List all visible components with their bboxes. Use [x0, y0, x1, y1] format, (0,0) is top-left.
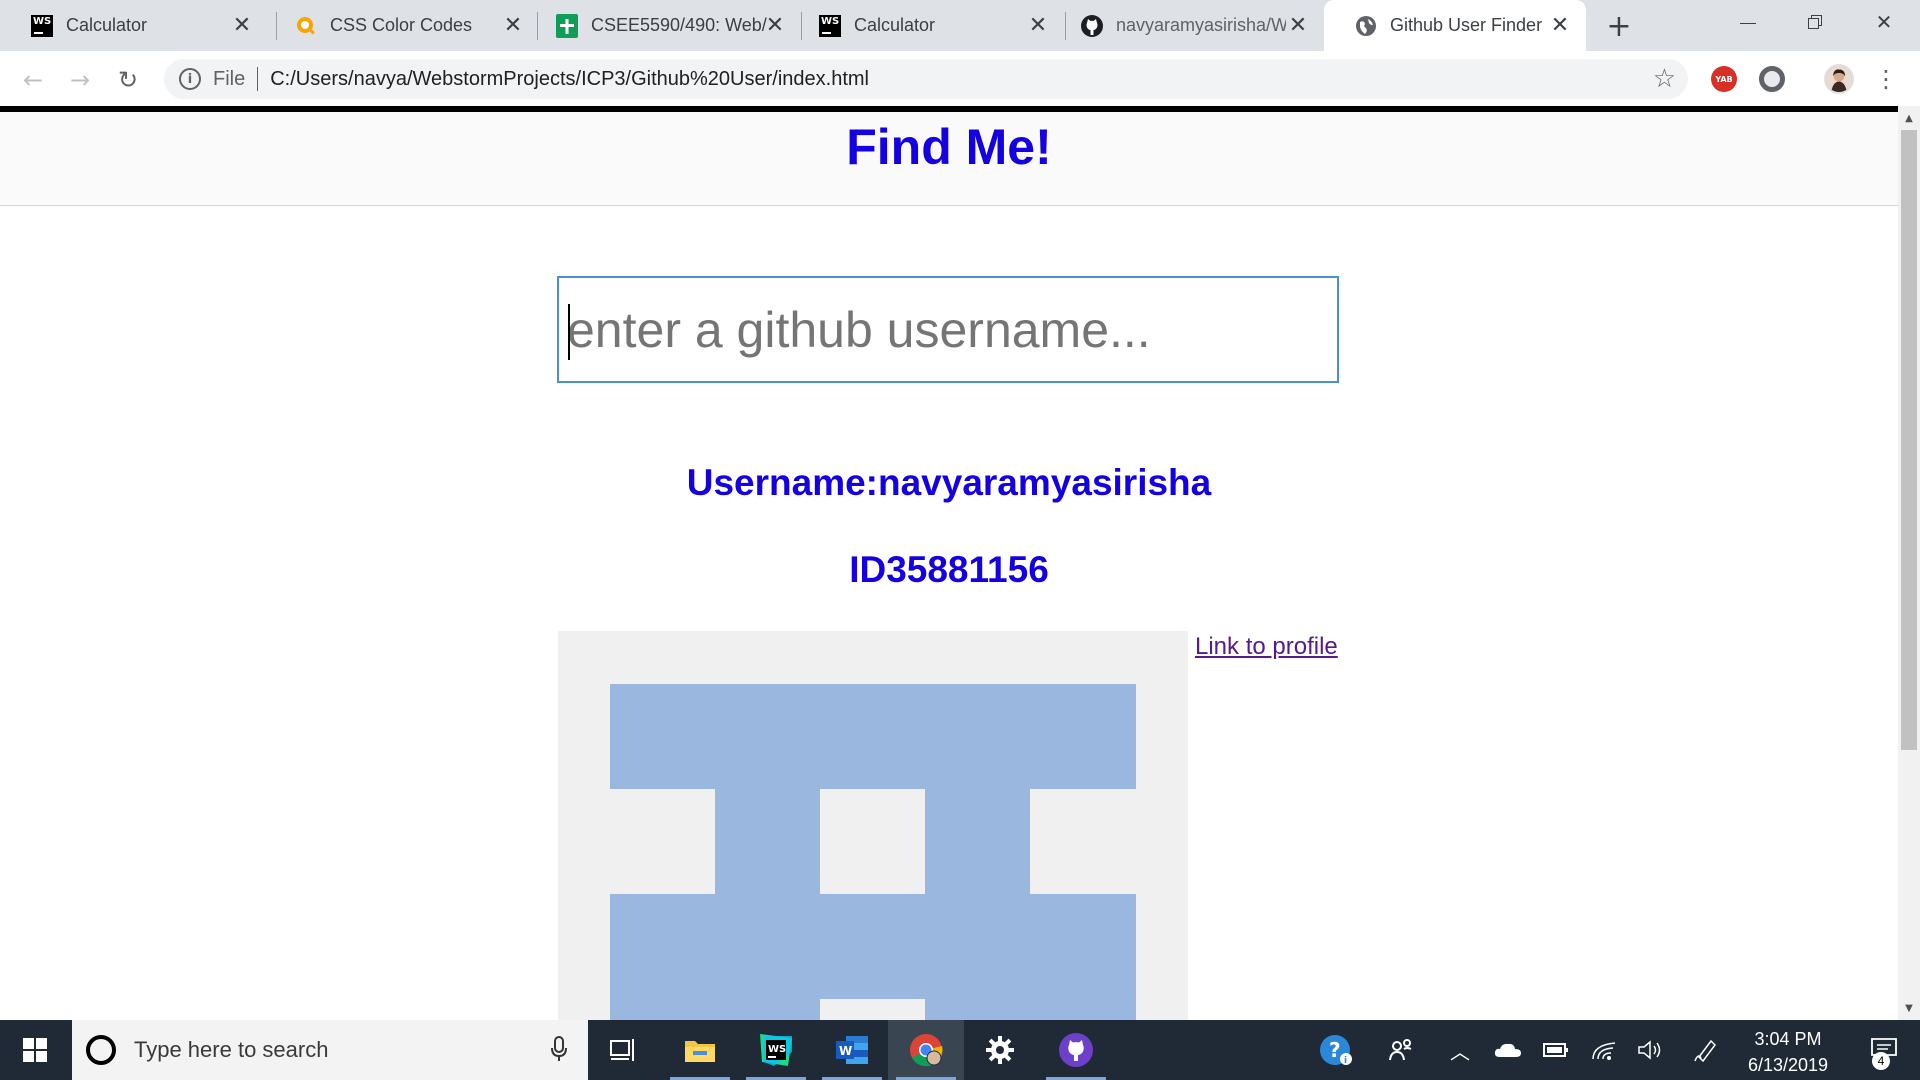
tab-github-repo[interactable]: navyaramyasirisha/W ✕	[1050, 0, 1324, 51]
address-scheme: File	[213, 67, 246, 90]
close-icon[interactable]: ✕	[763, 12, 787, 38]
svg-text:i: i	[1344, 1056, 1347, 1066]
cortana-icon	[86, 1035, 116, 1065]
tab-calculator-1[interactable]: WS Calculator ✕	[0, 0, 268, 51]
word-icon[interactable]: W	[814, 1020, 890, 1080]
scroll-down-arrow-icon[interactable]: ▼	[1898, 998, 1920, 1018]
pen-workspace-icon[interactable]	[1686, 1020, 1726, 1080]
volume-icon[interactable]	[1630, 1020, 1670, 1080]
identicon-block	[715, 789, 820, 894]
new-tab-button[interactable]: +	[1602, 9, 1636, 44]
user-avatar-identicon	[558, 631, 1188, 1020]
svg-text:WS: WS	[768, 1044, 786, 1055]
onedrive-icon[interactable]	[1488, 1020, 1528, 1080]
username-label: Username:navyaramyasirisha	[686, 462, 1212, 503]
tab-calculator-2[interactable]: WS Calculator ✕	[788, 0, 1064, 51]
taskbar-search-box[interactable]: Type here to search	[72, 1020, 588, 1080]
profile-avatar[interactable]	[1824, 64, 1854, 94]
tab-title: Calculator	[854, 15, 936, 35]
magnifier-color-icon	[294, 14, 318, 38]
tab-title: navyaramyasirisha/W	[1116, 15, 1286, 35]
file-explorer-icon[interactable]	[662, 1020, 738, 1080]
webstorm-icon: WS	[30, 14, 54, 38]
webstorm-taskbar-icon[interactable]: WS	[738, 1020, 814, 1080]
notification-count-badge: 4	[1872, 1052, 1890, 1070]
identicon-block	[925, 999, 1136, 1020]
page-title: Find Me!	[846, 119, 1052, 175]
reload-button[interactable]: ↻	[111, 63, 145, 97]
tab-strip: WS Calculator ✕ CSS Color Codes ✕ CSEE55…	[0, 0, 1920, 51]
forward-button[interactable]: →	[63, 63, 97, 97]
clock-date: 6/13/2019	[1747, 1055, 1829, 1075]
address-bar[interactable]: i File C:/Users/navya/WebstormProjects/I…	[164, 59, 1688, 99]
info-icon[interactable]: i	[179, 68, 201, 90]
extension-yab-label: YAB	[1715, 74, 1733, 84]
wifi-icon[interactable]	[1584, 1020, 1624, 1080]
screen: WS Calculator ✕ CSS Color Codes ✕ CSEE55…	[0, 0, 1920, 1080]
page-viewport: Find Me! Username:navyaramyasirisha ID35…	[0, 106, 1898, 1020]
extension-yab-icon[interactable]: YAB	[1711, 66, 1737, 92]
text-caret	[568, 304, 570, 360]
tab-title: CSEE5590/490: Web/	[591, 15, 767, 35]
windows-taskbar: Type here to search WS W ? i ︿ 3:04 PM 6…	[0, 1020, 1920, 1080]
webstorm-icon: WS	[818, 14, 842, 38]
tab-csee5590[interactable]: CSEE5590/490: Web/ ✕	[525, 0, 801, 51]
action-center-icon[interactable]	[1854, 1020, 1914, 1080]
user-id-label: ID35881156	[849, 549, 1049, 590]
help-icon[interactable]: ? i	[1314, 1020, 1358, 1080]
people-icon[interactable]	[1380, 1020, 1424, 1080]
start-button[interactable]	[0, 1020, 70, 1080]
settings-icon[interactable]	[962, 1020, 1038, 1080]
clock-time: 3:04 PM	[1754, 1029, 1822, 1049]
windows-logo-icon	[23, 1038, 47, 1062]
globe-icon	[1354, 14, 1378, 38]
identicon-block	[610, 999, 820, 1020]
scroll-up-arrow-icon[interactable]: ▲	[1898, 108, 1920, 128]
tab-title: CSS Color Codes	[330, 15, 473, 35]
google-sheets-icon	[555, 13, 579, 38]
taskbar-search-placeholder: Type here to search	[134, 1037, 329, 1062]
tab-title: Github User Finder	[1390, 15, 1543, 35]
username-input[interactable]	[559, 278, 1337, 381]
page-header: Find Me!	[0, 112, 1898, 206]
address-url[interactable]: C:/Users/navya/WebstormProjects/ICP3/Git…	[270, 68, 869, 91]
chrome-icon[interactable]	[888, 1020, 964, 1080]
username-search-field[interactable]	[557, 276, 1339, 383]
identicon-block	[925, 789, 1030, 894]
svg-text:W: W	[839, 1044, 852, 1058]
close-window-button[interactable]: ✕	[1852, 0, 1916, 44]
scroll-thumb[interactable]	[1901, 130, 1917, 750]
address-divider	[257, 67, 259, 91]
show-hidden-icons-chevron-icon[interactable]: ︿	[1442, 1020, 1478, 1080]
identicon-block	[610, 894, 1136, 999]
svg-text:?: ?	[1329, 1038, 1341, 1062]
tab-github-user-finder[interactable]: Github User Finder ✕	[1324, 0, 1586, 51]
restore-button[interactable]	[1783, 0, 1847, 44]
close-icon[interactable]: ✕	[501, 12, 525, 38]
minimize-button[interactable]	[1716, 0, 1780, 44]
tab-title: Calculator	[66, 15, 148, 35]
battery-icon[interactable]	[1536, 1020, 1576, 1080]
system-clock[interactable]: 3:04 PM 6/13/2019	[1728, 1026, 1848, 1078]
microphone-icon[interactable]	[550, 1036, 568, 1068]
extension-circle-icon[interactable]	[1759, 66, 1785, 92]
back-button[interactable]: ←	[16, 63, 50, 97]
identicon-block	[610, 684, 1136, 789]
close-icon[interactable]: ✕	[1286, 12, 1310, 38]
page-scrollbar[interactable]: ▲ ▼	[1898, 106, 1920, 1020]
task-view-icon[interactable]	[585, 1020, 661, 1080]
profile-link[interactable]: Link to profile	[1195, 633, 1338, 661]
github-desktop-icon[interactable]	[1038, 1020, 1114, 1080]
tab-css-color-codes[interactable]: CSS Color Codes ✕	[264, 0, 539, 51]
close-icon[interactable]: ✕	[1026, 12, 1050, 38]
bookmark-star-icon[interactable]: ☆	[1653, 64, 1676, 94]
close-icon[interactable]: ✕	[1548, 12, 1572, 38]
browser-toolbar: ← → ↻ i File C:/Users/navya/WebstormProj…	[0, 51, 1920, 108]
close-icon[interactable]: ✕	[230, 12, 254, 38]
browser-menu-icon[interactable]: ⋮	[1874, 65, 1898, 93]
github-icon	[1080, 14, 1104, 38]
